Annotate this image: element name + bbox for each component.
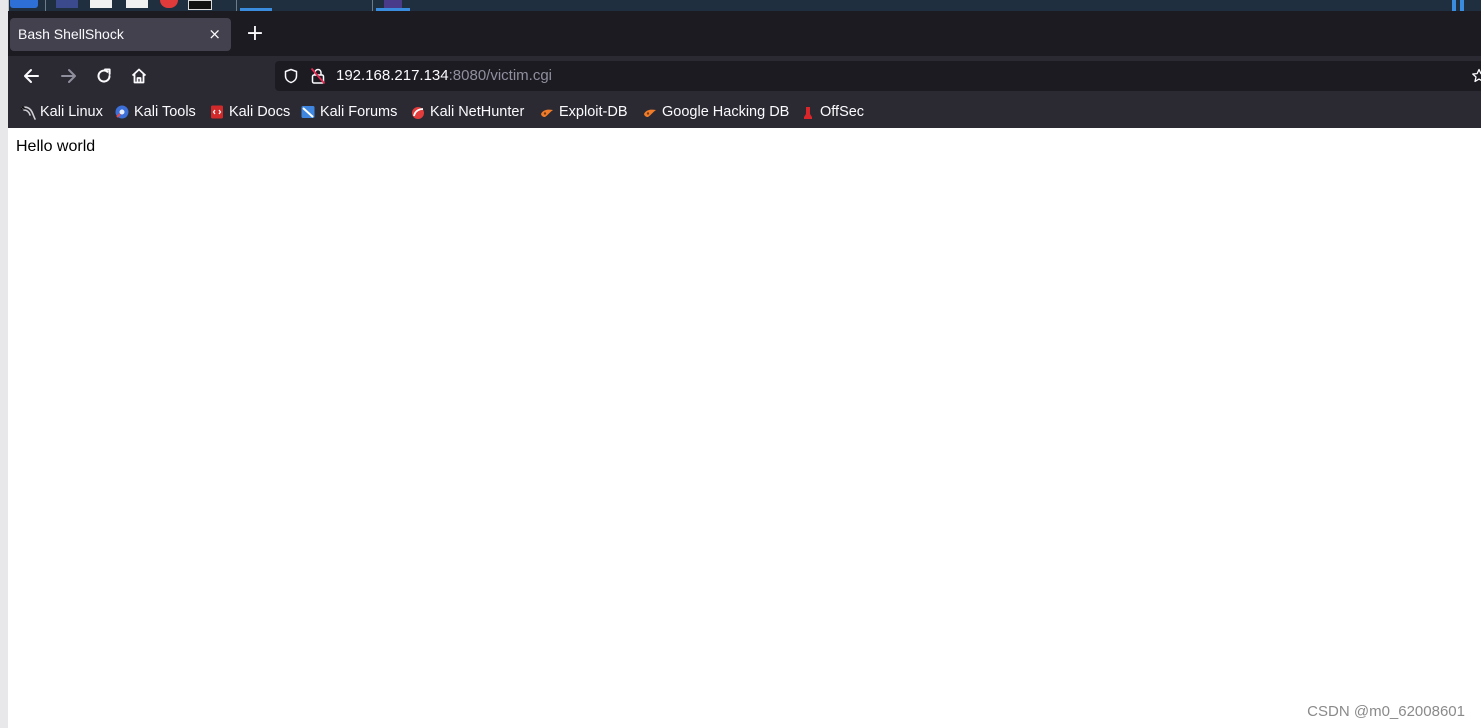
kali-dragon-icon: [20, 106, 36, 120]
tab-bash-shellshock[interactable]: Bash ShellShock ×: [10, 18, 231, 51]
browser-window-icon[interactable]: [384, 0, 402, 8]
bookmarks-toolbar: Kali Linux Kali Tools Kali Docs Kali For…: [8, 96, 1481, 129]
home-button[interactable]: [126, 64, 152, 88]
reload-icon: [97, 68, 111, 83]
url-port-path: :8080/victim.cgi: [448, 67, 552, 84]
text-editor-icon[interactable]: [126, 0, 148, 8]
home-icon: [131, 68, 147, 84]
cpu-graph-icon: [1452, 0, 1456, 11]
bookmark-exploit-db[interactable]: Exploit-DB: [539, 103, 628, 121]
workspace-icon[interactable]: [56, 0, 78, 8]
bookmark-kali-tools[interactable]: Kali Tools: [114, 103, 196, 121]
shield-icon[interactable]: [283, 68, 299, 84]
kali-docs-icon: [211, 105, 223, 119]
csdn-watermark: CSDN @m0_62008601: [1307, 703, 1465, 720]
cpu-graph-icon: [1460, 0, 1464, 11]
taskbar-separator: [236, 0, 237, 11]
bookmark-google-hacking-db[interactable]: Google Hacking DB: [642, 103, 789, 121]
back-button[interactable]: [19, 64, 45, 88]
offsec-icon: [804, 105, 812, 119]
bookmark-star-icon[interactable]: [1471, 68, 1481, 84]
taskbar-separator: [372, 0, 373, 11]
bookmark-label: Kali Tools: [134, 104, 196, 120]
bookmark-label: Kali Linux: [40, 104, 103, 120]
bookmark-label: Exploit-DB: [559, 104, 628, 120]
new-tab-button[interactable]: +: [244, 22, 266, 46]
insecure-lock-icon[interactable]: [310, 67, 326, 85]
address-bar[interactable]: 192.168.217.134:8080/victim.cgi: [275, 61, 1481, 91]
bookmark-offsec[interactable]: OffSec: [800, 103, 864, 121]
kali-forums-icon: [301, 106, 315, 118]
bookmark-label: Kali NetHunter: [430, 104, 525, 120]
navigation-toolbar: 192.168.217.134:8080/victim.cgi: [8, 56, 1481, 96]
firefox-launcher-icon[interactable]: [160, 0, 178, 8]
arrow-left-icon: [24, 69, 39, 83]
bookmark-kali-forums[interactable]: Kali Forums: [300, 103, 397, 121]
forward-button[interactable]: [55, 64, 81, 88]
bookmark-label: Google Hacking DB: [662, 104, 790, 120]
bookmark-label: Kali Docs: [229, 104, 291, 120]
bookmark-kali-nethunter[interactable]: Kali NetHunter: [410, 103, 524, 121]
tab-strip: Bash ShellShock × +: [8, 11, 1481, 56]
tab-title: Bash ShellShock: [18, 26, 124, 42]
app-menu-icon[interactable]: [10, 0, 38, 8]
taskbar-separator: [45, 0, 46, 11]
exploit-db-icon: [541, 109, 553, 117]
ghdb-icon: [644, 109, 656, 117]
bookmark-kali-linux[interactable]: Kali Linux: [20, 103, 103, 121]
browser-window: Bash ShellShock × + 192.168.217.134:8080…: [8, 11, 1481, 129]
page-content: Hello world: [8, 128, 1481, 728]
url-text[interactable]: 192.168.217.134:8080/victim.cgi: [336, 67, 552, 84]
nethunter-icon: [412, 107, 424, 119]
bookmark-label: Kali Forums: [320, 104, 398, 120]
url-host: 192.168.217.134: [336, 67, 449, 84]
file-manager-icon[interactable]: [90, 0, 112, 8]
desktop-taskbar: [0, 0, 1481, 11]
arrow-right-icon: [61, 69, 76, 83]
bookmark-label: OffSec: [820, 104, 865, 120]
reload-button[interactable]: [91, 64, 117, 88]
tab-close-icon[interactable]: ×: [208, 25, 221, 43]
terminal-launcher-icon[interactable]: [188, 0, 212, 10]
bookmark-kali-docs[interactable]: Kali Docs: [209, 103, 290, 121]
page-body-text: Hello world: [16, 138, 96, 155]
kali-tools-icon: [115, 105, 129, 119]
